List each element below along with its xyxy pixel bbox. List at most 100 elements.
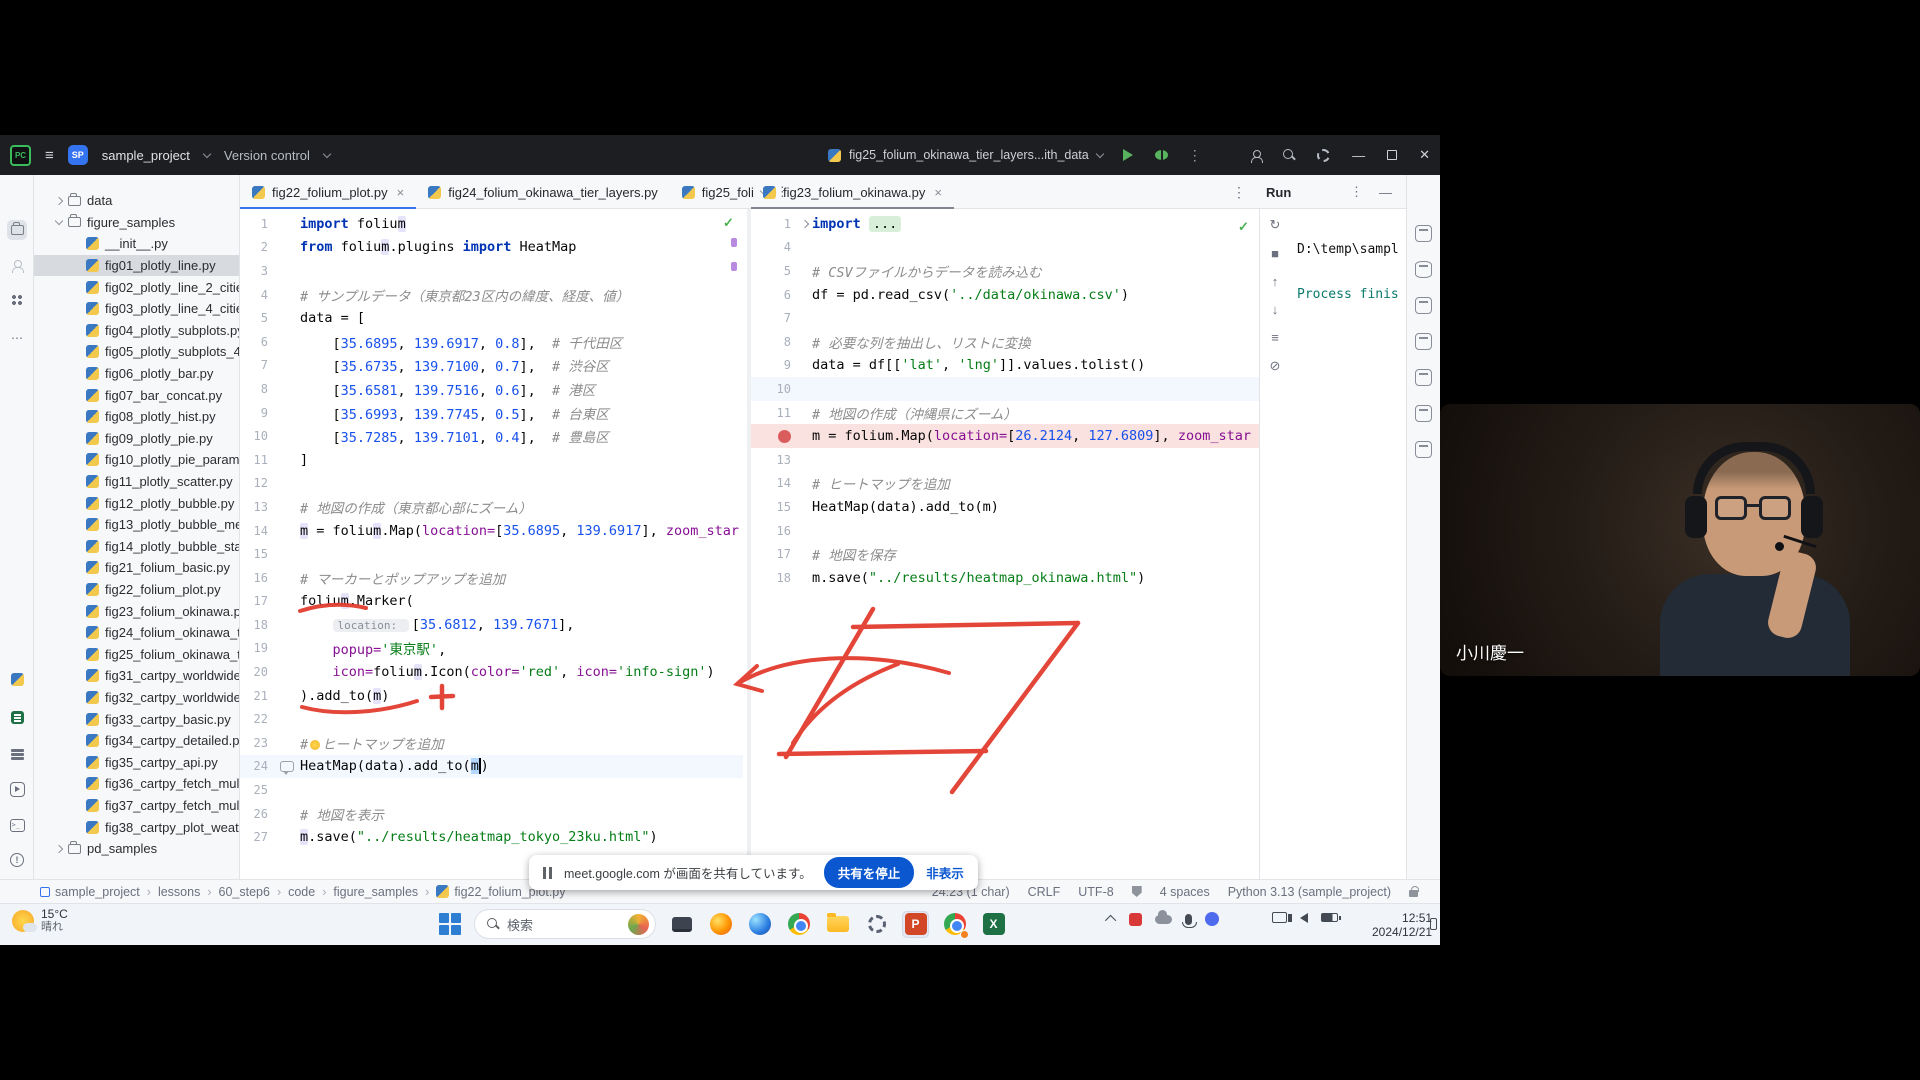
structure-icon[interactable] bbox=[7, 290, 27, 310]
tree-item-figure_samples[interactable]: figure_samples bbox=[34, 212, 239, 234]
hidden-icons-chevron[interactable] bbox=[1105, 915, 1116, 926]
main-menu-icon[interactable]: ≡ bbox=[45, 147, 54, 164]
breadcrumb-item[interactable]: figure_samples bbox=[333, 885, 418, 899]
interpreter-widget[interactable]: Python 3.13 (sample_project) bbox=[1228, 885, 1391, 899]
run-rerun-icon[interactable]: ↻ bbox=[1270, 217, 1281, 233]
chevron-right-icon[interactable] bbox=[55, 197, 63, 205]
tree-item-fig32_cartpy_worldwide_azim[interactable]: fig32_cartpy_worldwide_azim bbox=[34, 687, 239, 709]
database-icon[interactable] bbox=[1415, 261, 1432, 278]
tree-item-fig04_plotly_subplots.py[interactable]: fig04_plotly_subplots.py bbox=[34, 320, 239, 342]
inspection-highlight-icon[interactable] bbox=[1132, 886, 1142, 897]
python-packages-icon[interactable] bbox=[7, 669, 27, 689]
editor-left[interactable]: 1import folium2from folium.plugins impor… bbox=[240, 209, 743, 879]
stop-sharing-button[interactable]: 共有を停止 bbox=[824, 857, 915, 888]
tree-item-fig34_cartpy_detailed.py[interactable]: fig34_cartpy_detailed.py bbox=[34, 730, 239, 752]
dependencies-icon[interactable] bbox=[1415, 297, 1432, 314]
vcs-widget[interactable]: Version control bbox=[224, 148, 310, 163]
code-with-me-icon[interactable] bbox=[1251, 150, 1261, 160]
line-ending-widget[interactable]: CRLF bbox=[1028, 885, 1061, 899]
run-configuration-selector[interactable]: fig25_folium_okinawa_tier_layers...ith_d… bbox=[849, 148, 1089, 162]
run-console-output[interactable]: D:\temp\sampl Process finis bbox=[1297, 239, 1399, 307]
chrome-icon[interactable] bbox=[785, 911, 812, 938]
problems-icon[interactable]: ! bbox=[7, 850, 27, 870]
chrome-badged-icon[interactable] bbox=[941, 911, 968, 938]
intention-bulb-icon[interactable] bbox=[310, 740, 320, 750]
pause-share-icon[interactable] bbox=[543, 867, 552, 879]
tree-item-data[interactable]: data bbox=[34, 190, 239, 212]
build-icon[interactable] bbox=[1415, 369, 1432, 386]
tree-item-fig11_plotly_scatter.py[interactable]: fig11_plotly_scatter.py bbox=[34, 471, 239, 493]
tree-item-fig22_folium_plot.py[interactable]: fig22_folium_plot.py bbox=[34, 579, 239, 601]
notification-center-icon[interactable] bbox=[1430, 918, 1437, 930]
close-icon[interactable]: × bbox=[934, 185, 942, 200]
more-tools-icon[interactable]: ⋯ bbox=[7, 328, 27, 348]
indent-widget[interactable]: 4 spaces bbox=[1160, 885, 1210, 899]
run-soft-wrap-icon[interactable]: ≡ bbox=[1271, 330, 1279, 345]
start-button[interactable] bbox=[438, 912, 462, 936]
tree-item-fig23_folium_okinawa.py[interactable]: fig23_folium_okinawa.py bbox=[34, 600, 239, 622]
firefox-icon[interactable] bbox=[707, 911, 734, 938]
mic-icon[interactable] bbox=[1185, 914, 1192, 925]
editor-tab[interactable]: fig23_folium_okinawa.py× bbox=[751, 175, 954, 209]
teams-icon[interactable] bbox=[1205, 912, 1219, 926]
tree-item-fig05_plotly_subplots_4_cities[interactable]: fig05_plotly_subplots_4_cities bbox=[34, 341, 239, 363]
maximize-button[interactable] bbox=[1387, 150, 1397, 160]
tree-item-pd_samples[interactable]: pd_samples bbox=[34, 838, 239, 860]
breadcrumb-item[interactable]: 60_step6 bbox=[219, 885, 270, 899]
run-window-icon[interactable] bbox=[1415, 441, 1432, 458]
services-icon[interactable] bbox=[7, 779, 27, 799]
search-input[interactable]: 検索 bbox=[474, 909, 656, 939]
more-actions-icon[interactable]: ⋮ bbox=[1188, 147, 1202, 164]
tree-item-fig33_cartpy_basic.py[interactable]: fig33_cartpy_basic.py bbox=[34, 708, 239, 730]
editor-group-more-icon[interactable]: ⋮ bbox=[1232, 175, 1246, 209]
search-everywhere-icon[interactable] bbox=[1283, 149, 1295, 161]
tree-item-fig12_plotly_bubble.py[interactable]: fig12_plotly_bubble.py bbox=[34, 492, 239, 514]
tree-item-fig35_cartpy_api.py[interactable]: fig35_cartpy_api.py bbox=[34, 751, 239, 773]
breadcrumb-item[interactable]: sample_project bbox=[40, 885, 140, 899]
sheets-icon[interactable] bbox=[7, 707, 27, 727]
onedrive-icon[interactable] bbox=[1155, 915, 1172, 924]
tree-item-fig38_cartpy_plot_weather_da[interactable]: fig38_cartpy_plot_weather_da bbox=[34, 816, 239, 838]
tree-item-fig03_plotly_line_4_cities_add[interactable]: fig03_plotly_line_4_cities_add bbox=[34, 298, 239, 320]
explorer-icon[interactable] bbox=[824, 911, 851, 938]
hide-banner-link[interactable]: 非表示 bbox=[926, 863, 964, 882]
tree-item-fig09_plotly_pie.py[interactable]: fig09_plotly_pie.py bbox=[34, 428, 239, 450]
terminal-icon[interactable]: >_ bbox=[7, 815, 27, 835]
inspections-ok-icon[interactable]: ✓ bbox=[723, 215, 734, 231]
inspections-ok-icon[interactable]: ✓ bbox=[1238, 219, 1249, 235]
edge-icon[interactable] bbox=[746, 911, 773, 938]
fold-arrow-icon[interactable] bbox=[800, 220, 808, 228]
run-panel-title[interactable]: Run bbox=[1266, 185, 1291, 200]
encoding-widget[interactable]: UTF-8 bbox=[1078, 885, 1113, 899]
run-scroll-down-icon[interactable]: ↓ bbox=[1272, 302, 1279, 317]
security-icon[interactable] bbox=[1129, 913, 1142, 926]
tree-item-fig14_plotly_bubble_stat.py[interactable]: fig14_plotly_bubble_stat.py bbox=[34, 536, 239, 558]
tree-item-fig25_folium_okinawa_tier_lay[interactable]: fig25_folium_okinawa_tier_lay bbox=[34, 643, 239, 665]
breadcrumb-item[interactable]: lessons bbox=[158, 885, 200, 899]
project-icon[interactable] bbox=[7, 220, 27, 240]
debug-button[interactable] bbox=[1155, 150, 1168, 160]
tree-item-__init__.py[interactable]: __init__.py bbox=[34, 233, 239, 255]
run-button[interactable] bbox=[1123, 149, 1133, 161]
ai-assistant-icon[interactable] bbox=[1415, 225, 1432, 242]
chevron-down-icon[interactable] bbox=[55, 217, 63, 225]
run-clear-icon[interactable]: ⊘ bbox=[1270, 358, 1281, 374]
tree-item-fig08_plotly_hist.py[interactable]: fig08_plotly_hist.py bbox=[34, 406, 239, 428]
pull-requests-icon[interactable] bbox=[7, 255, 27, 275]
monitor-icon[interactable] bbox=[668, 911, 695, 938]
powerpoint-icon[interactable]: P bbox=[902, 911, 929, 938]
close-icon[interactable]: × bbox=[397, 185, 405, 200]
hide-panel-icon[interactable]: — bbox=[1379, 185, 1392, 200]
excel-icon[interactable]: X bbox=[980, 911, 1007, 938]
editor-tab[interactable]: fig22_folium_plot.py× bbox=[240, 175, 416, 209]
tree-item-fig10_plotly_pie_param.py[interactable]: fig10_plotly_pie_param.py bbox=[34, 449, 239, 471]
breadcrumb-item[interactable]: code bbox=[288, 885, 315, 899]
run-stop-icon[interactable]: ■ bbox=[1271, 246, 1279, 261]
run-panel-more-icon[interactable]: ⋮ bbox=[1350, 184, 1363, 200]
run-scroll-up-icon[interactable]: ↑ bbox=[1272, 274, 1279, 289]
readonly-lock-icon[interactable] bbox=[1409, 890, 1418, 897]
settings-icon[interactable] bbox=[1317, 149, 1330, 162]
tree-item-fig36_cartpy_fetch_multiple.p[interactable]: fig36_cartpy_fetch_multiple.p bbox=[34, 773, 239, 795]
speaker-icon[interactable] bbox=[1300, 913, 1308, 923]
editor-tab[interactable]: fig24_folium_okinawa_tier_layers.py bbox=[416, 175, 670, 209]
